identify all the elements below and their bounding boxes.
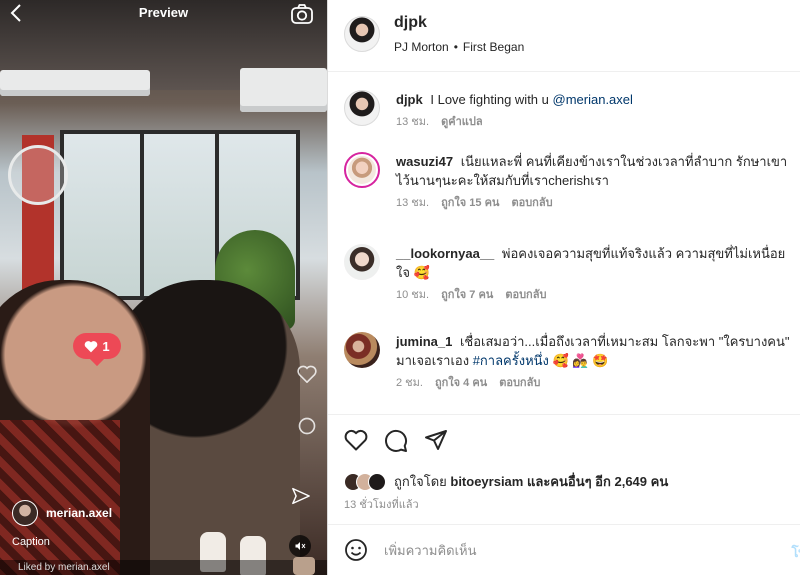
- media-overlay-username: merian.axel: [46, 506, 113, 520]
- comments-list: djpk I Love fighting with u @merian.axel…: [328, 72, 800, 414]
- comment-input[interactable]: [384, 537, 764, 563]
- comment-time[interactable]: 2 ชม.: [396, 374, 423, 393]
- liker-username[interactable]: bitoeyrsiam: [450, 474, 523, 489]
- likes-others[interactable]: และคนอื่นๆ อีก 2,649 คน: [527, 474, 668, 489]
- post-comment-button[interactable]: โพ: [791, 542, 800, 563]
- media-thumbnail[interactable]: [293, 557, 315, 575]
- music-artist: PJ Morton: [394, 40, 449, 54]
- media-scene-fan: [8, 145, 68, 205]
- likers-avatars: [344, 472, 386, 491]
- like-notification-bubble: 1: [73, 333, 121, 359]
- translate-link[interactable]: ดูคำแปล: [441, 113, 483, 132]
- camera-icon[interactable]: [291, 4, 313, 29]
- preview-title: Preview: [138, 5, 189, 20]
- media-scene-ac-right: [240, 68, 327, 112]
- avatar[interactable]: [344, 244, 380, 280]
- media-side-actions: [297, 365, 317, 441]
- media-scene-ac-left: [0, 70, 150, 96]
- comment-mention[interactable]: @merian.axel: [553, 92, 633, 107]
- comment-username[interactable]: djpk: [396, 92, 423, 107]
- like-notification-count: 1: [102, 338, 110, 354]
- heart-icon: [85, 340, 98, 352]
- music-separator: •: [453, 40, 458, 54]
- comment-text: I Love fighting with u: [430, 92, 549, 107]
- reply-button[interactable]: ตอบกลับ: [505, 286, 546, 305]
- comment-username[interactable]: jumina_1: [396, 334, 452, 349]
- reply-button[interactable]: ตอบกลับ: [499, 374, 540, 393]
- media-caption: Caption: [12, 536, 50, 548]
- avatar: [368, 472, 386, 491]
- post-music[interactable]: PJ Morton • First Began: [394, 40, 524, 54]
- comment-likes[interactable]: ถูกใจ 7 คน: [441, 286, 493, 305]
- heart-icon[interactable]: [344, 429, 368, 458]
- comment-text: เนียแหละพี่ คนที่เคียงข้างเราในช่วงเวลาท…: [396, 154, 788, 188]
- post-media[interactable]: Preview 1 merian.axel Caption Liked by m…: [0, 0, 327, 575]
- post-header: djpk PJ Morton • First Began: [328, 0, 800, 72]
- post-timestamp: 13 ชั่วโมงที่แล้ว: [344, 499, 419, 511]
- music-song: First Began: [462, 40, 525, 54]
- avatar[interactable]: [344, 152, 380, 188]
- comment-likes[interactable]: ถูกใจ 15 คน: [441, 194, 499, 213]
- likes-text: ถูกใจโดย bitoeyrsiam และคนอื่นๆ อีก 2,64…: [394, 471, 668, 492]
- emoji-icon[interactable]: [344, 538, 368, 567]
- comment-likes[interactable]: ถูกใจ 4 คน: [435, 374, 487, 393]
- comment-icon[interactable]: [297, 416, 317, 441]
- media-liked-by: Liked by merian.axel: [0, 560, 327, 575]
- comment-hashtag[interactable]: #กาลครั้งหนึ่ง: [473, 353, 549, 368]
- post-actions: ถูกใจโดย bitoeyrsiam และคนอื่นๆ อีก 2,64…: [328, 414, 800, 524]
- media-overlay-user[interactable]: merian.axel: [12, 500, 112, 526]
- comment-meta: 2 ชม. ถูกใจ 4 คน ตอบกลับ: [396, 374, 794, 393]
- send-icon[interactable]: [424, 429, 448, 458]
- likes-prefix: ถูกใจโดย: [394, 474, 447, 489]
- post-author-username[interactable]: djpk: [394, 14, 427, 32]
- media-scene-window-divider: [140, 130, 144, 300]
- comment-username[interactable]: wasuzi47: [396, 154, 453, 169]
- heart-icon[interactable]: [297, 365, 317, 388]
- media-topbar: Preview: [0, 0, 327, 28]
- avatar[interactable]: [344, 332, 380, 368]
- comment-time[interactable]: 13 ชม.: [396, 113, 429, 132]
- comment-meta: 13 ชม. ดูคำแปล: [396, 113, 794, 132]
- action-icons: [344, 429, 448, 458]
- comment-emoji: 🥰: [413, 265, 430, 280]
- add-comment-bar: โพ: [328, 524, 800, 575]
- avatar: [12, 500, 38, 526]
- avatar[interactable]: [344, 16, 380, 52]
- avatar[interactable]: [344, 90, 380, 126]
- mute-icon[interactable]: [289, 535, 311, 557]
- comment-time[interactable]: 10 ชม.: [396, 286, 429, 305]
- comment-emoji: 🥰 👩‍❤️‍👨 🤩: [552, 353, 609, 368]
- post-panel: djpk PJ Morton • First Began djpk I Love f…: [327, 0, 800, 575]
- comment-time[interactable]: 13 ชม.: [396, 194, 429, 213]
- comment-icon[interactable]: [384, 429, 408, 458]
- likes-summary[interactable]: ถูกใจโดย bitoeyrsiam และคนอื่นๆ อีก 2,64…: [344, 471, 668, 492]
- comment-username[interactable]: __lookornyaa__: [396, 246, 494, 261]
- send-icon[interactable]: [291, 487, 311, 510]
- comment-meta: 10 ชม. ถูกใจ 7 คน ตอบกลับ: [396, 286, 794, 305]
- reply-button[interactable]: ตอบกลับ: [511, 194, 552, 213]
- media-scene-scarf: [0, 420, 120, 575]
- comment-meta: 13 ชม. ถูกใจ 15 คน ตอบกลับ: [396, 194, 794, 213]
